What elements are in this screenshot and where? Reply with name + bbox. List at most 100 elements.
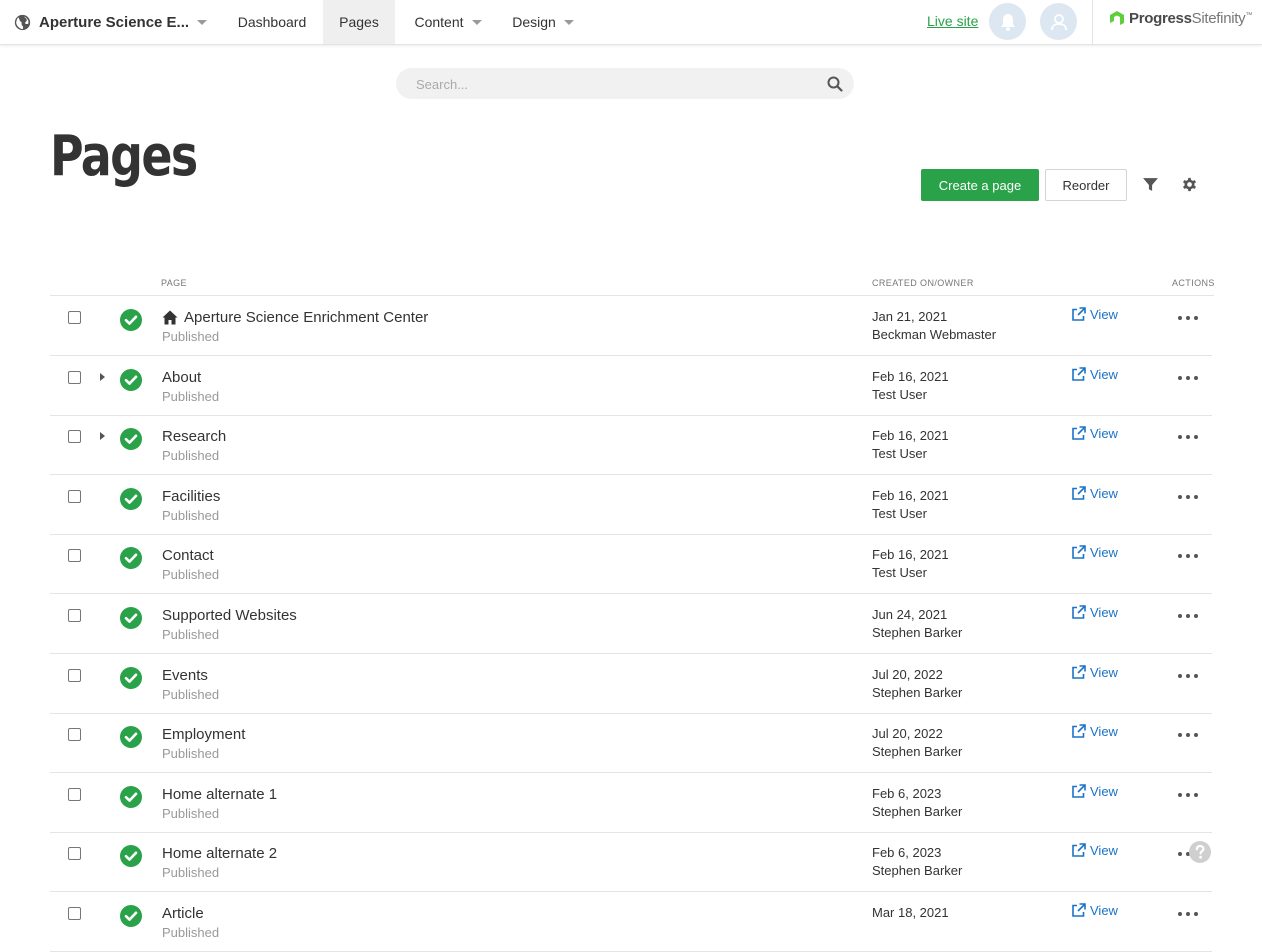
owner-name: Test User bbox=[872, 446, 927, 461]
nav-pages[interactable]: Pages bbox=[323, 0, 395, 44]
view-link[interactable]: View bbox=[1071, 367, 1118, 382]
status-label: Published bbox=[162, 567, 220, 582]
expand-arrow-icon[interactable] bbox=[100, 432, 105, 440]
page-title-link[interactable]: Events bbox=[162, 667, 208, 684]
user-menu-button[interactable] bbox=[1040, 3, 1077, 40]
status-label: Published bbox=[162, 329, 220, 344]
page-title-link[interactable]: Facilities bbox=[162, 488, 220, 505]
row-checkbox[interactable] bbox=[68, 847, 81, 860]
page-title-link[interactable]: Employment bbox=[162, 726, 245, 743]
check-circle-icon bbox=[120, 845, 142, 867]
help-icon[interactable] bbox=[1188, 840, 1212, 864]
external-link-icon bbox=[1072, 665, 1086, 679]
nav-design[interactable]: Design bbox=[500, 0, 586, 44]
view-link[interactable]: View bbox=[1071, 486, 1118, 501]
more-icon[interactable] bbox=[1178, 373, 1198, 383]
page-title-link[interactable]: Research bbox=[162, 428, 226, 445]
row-checkbox[interactable] bbox=[68, 907, 81, 920]
owner-name: Test User bbox=[872, 565, 927, 580]
search-input[interactable] bbox=[414, 68, 818, 101]
nav-content-label: Content bbox=[414, 14, 464, 30]
page-name: Contact bbox=[162, 547, 214, 564]
created-date: Mar 18, 2021 bbox=[872, 905, 949, 920]
expand-arrow-icon[interactable] bbox=[100, 373, 105, 381]
view-link[interactable]: View bbox=[1071, 724, 1118, 739]
row-checkbox[interactable] bbox=[68, 728, 81, 741]
view-link[interactable]: View bbox=[1071, 843, 1118, 858]
status-label: Published bbox=[162, 389, 220, 404]
owner-name: Stephen Barker bbox=[872, 625, 963, 640]
view-link[interactable]: View bbox=[1071, 665, 1118, 680]
page-title-link[interactable]: Aperture Science Enrichment Center bbox=[162, 309, 428, 326]
external-link-icon bbox=[1072, 307, 1086, 321]
row-checkbox[interactable] bbox=[68, 609, 81, 622]
page-title-link[interactable]: Article bbox=[162, 905, 204, 922]
view-link[interactable]: View bbox=[1071, 784, 1118, 799]
notifications-button[interactable] bbox=[989, 3, 1026, 40]
nav-content[interactable]: Content bbox=[400, 0, 496, 44]
more-icon[interactable] bbox=[1178, 611, 1198, 621]
row-checkbox[interactable] bbox=[68, 549, 81, 562]
owner-name: Beckman Webmaster bbox=[872, 327, 997, 342]
status-label: Published bbox=[162, 865, 220, 880]
site-name: Aperture Science E... bbox=[39, 13, 190, 31]
view-link[interactable]: View bbox=[1071, 426, 1118, 441]
more-icon[interactable] bbox=[1178, 909, 1198, 919]
page-title-link[interactable]: Home alternate 1 bbox=[162, 786, 277, 803]
view-link[interactable]: View bbox=[1071, 307, 1118, 322]
page-title-link[interactable]: Home alternate 2 bbox=[162, 845, 277, 862]
view-label: View bbox=[1090, 724, 1118, 739]
more-icon[interactable] bbox=[1178, 492, 1198, 502]
view-link[interactable]: View bbox=[1071, 605, 1118, 620]
more-icon[interactable] bbox=[1178, 313, 1198, 323]
check-circle-icon bbox=[120, 726, 142, 748]
external-link-icon bbox=[1072, 724, 1086, 738]
brand-bold: Progress bbox=[1129, 9, 1192, 27]
row-checkbox[interactable] bbox=[68, 311, 81, 324]
created-date: Feb 6, 2023 bbox=[872, 786, 942, 801]
view-label: View bbox=[1090, 367, 1118, 382]
progress-logo-icon bbox=[1110, 11, 1124, 25]
search-icon[interactable] bbox=[827, 76, 843, 92]
page-name: About bbox=[162, 369, 202, 386]
site-selector[interactable]: Aperture Science E... bbox=[14, 0, 219, 44]
page-title-link[interactable]: Contact bbox=[162, 547, 214, 564]
page-title-link[interactable]: Supported Websites bbox=[162, 607, 297, 624]
row-checkbox[interactable] bbox=[68, 371, 81, 384]
row-checkbox[interactable] bbox=[68, 490, 81, 503]
page-name: Facilities bbox=[162, 488, 221, 505]
reorder-button[interactable]: Reorder bbox=[1045, 169, 1127, 201]
view-link[interactable]: View bbox=[1071, 545, 1118, 560]
globe-icon bbox=[14, 14, 31, 30]
filter-icon[interactable] bbox=[1142, 176, 1159, 193]
live-site-link[interactable]: Live site bbox=[927, 13, 978, 29]
column-header-created: CREATED ON/OWNER bbox=[872, 278, 974, 288]
owner-name: Test User bbox=[872, 506, 927, 521]
chevron-down-icon bbox=[471, 19, 482, 25]
divider bbox=[1092, 0, 1093, 44]
created-date: Feb 16, 2021 bbox=[872, 488, 949, 503]
check-circle-icon bbox=[120, 428, 142, 450]
table-row: Events Published Jul 20, 2022 Stephen Barke… bbox=[50, 654, 1212, 714]
external-link-icon bbox=[1072, 903, 1086, 917]
check-circle-icon bbox=[120, 607, 142, 629]
status-label: Published bbox=[162, 687, 220, 702]
row-checkbox[interactable] bbox=[68, 669, 81, 682]
page-name: Article bbox=[162, 905, 204, 922]
more-icon[interactable] bbox=[1178, 730, 1198, 740]
gear-icon[interactable] bbox=[1181, 176, 1198, 193]
table-row: About Published Feb 16, 2021 Test User View bbox=[50, 356, 1212, 416]
more-icon[interactable] bbox=[1178, 790, 1198, 800]
status-label: Published bbox=[162, 627, 220, 642]
nav-dashboard[interactable]: Dashboard bbox=[222, 0, 322, 44]
page-title-link[interactable]: About bbox=[162, 369, 201, 386]
view-label: View bbox=[1090, 665, 1118, 680]
created-date: Jul 20, 2022 bbox=[872, 667, 943, 682]
more-icon[interactable] bbox=[1178, 671, 1198, 681]
more-icon[interactable] bbox=[1178, 432, 1198, 442]
view-link[interactable]: View bbox=[1071, 903, 1118, 918]
row-checkbox[interactable] bbox=[68, 430, 81, 443]
row-checkbox[interactable] bbox=[68, 788, 81, 801]
more-icon[interactable] bbox=[1178, 551, 1198, 561]
create-page-button[interactable]: Create a page bbox=[921, 169, 1039, 201]
